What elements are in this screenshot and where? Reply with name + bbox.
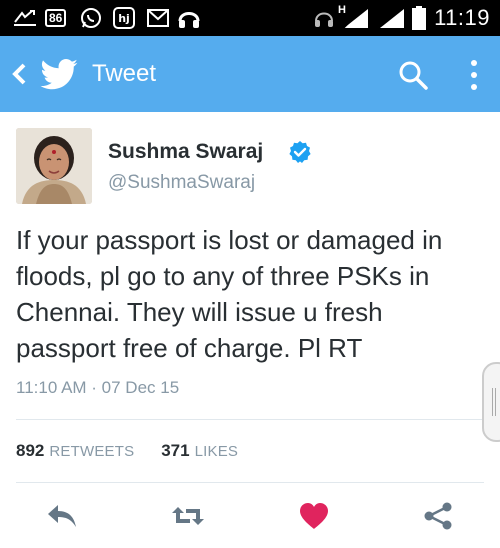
verified-badge-icon — [288, 140, 312, 164]
battery-icon — [412, 6, 426, 30]
avatar[interactable] — [16, 128, 92, 204]
author-handle[interactable]: @SushmaSwaraj — [108, 172, 255, 194]
headphones-icon — [178, 7, 200, 29]
retweet-stat[interactable]: 892 RETWEETS — [16, 441, 139, 460]
page-title: Tweet — [92, 60, 157, 87]
share-icon[interactable] — [420, 498, 456, 534]
hj-app-icon: hj — [113, 7, 135, 29]
divider — [16, 482, 484, 483]
status-time: 11:19 — [434, 5, 490, 30]
search-icon[interactable] — [398, 60, 428, 90]
signal-icon — [342, 7, 410, 29]
headset-icon — [314, 7, 334, 29]
overflow-menu-icon[interactable] — [466, 58, 482, 92]
like-count: 371 — [161, 441, 190, 460]
retweet-label: RETWEETS — [49, 443, 135, 460]
tweet-timestamp: 11:10 AM · 07 Dec 15 — [16, 378, 180, 397]
reply-icon[interactable] — [44, 498, 80, 534]
retweet-icon[interactable] — [170, 498, 206, 534]
retweet-count: 892 — [16, 441, 45, 460]
grip-icon — [492, 388, 496, 416]
back-icon[interactable] — [10, 62, 28, 86]
tweet-stats: 892 RETWEETS 371 LIKES — [16, 441, 238, 461]
divider — [16, 419, 484, 420]
like-label: LIKES — [194, 443, 239, 460]
app-bar: Tweet — [0, 36, 500, 112]
sms-icon — [12, 7, 38, 29]
tweet-text: If your passport is lost or damaged in f… — [16, 225, 443, 363]
notification-count-badge: 86 — [45, 9, 67, 27]
like-icon[interactable] — [296, 498, 332, 534]
status-bar: 86 hj H 11:19 — [0, 0, 500, 36]
svg-text:hj: hj — [118, 12, 130, 25]
edge-panel-handle[interactable] — [482, 362, 500, 442]
author-name[interactable]: Sushma Swaraj — [108, 140, 263, 164]
twitter-bird-icon — [40, 59, 78, 90]
like-stat[interactable]: 371 LIKES — [161, 441, 239, 460]
gmail-icon — [147, 7, 169, 29]
whatsapp-icon — [80, 7, 102, 29]
